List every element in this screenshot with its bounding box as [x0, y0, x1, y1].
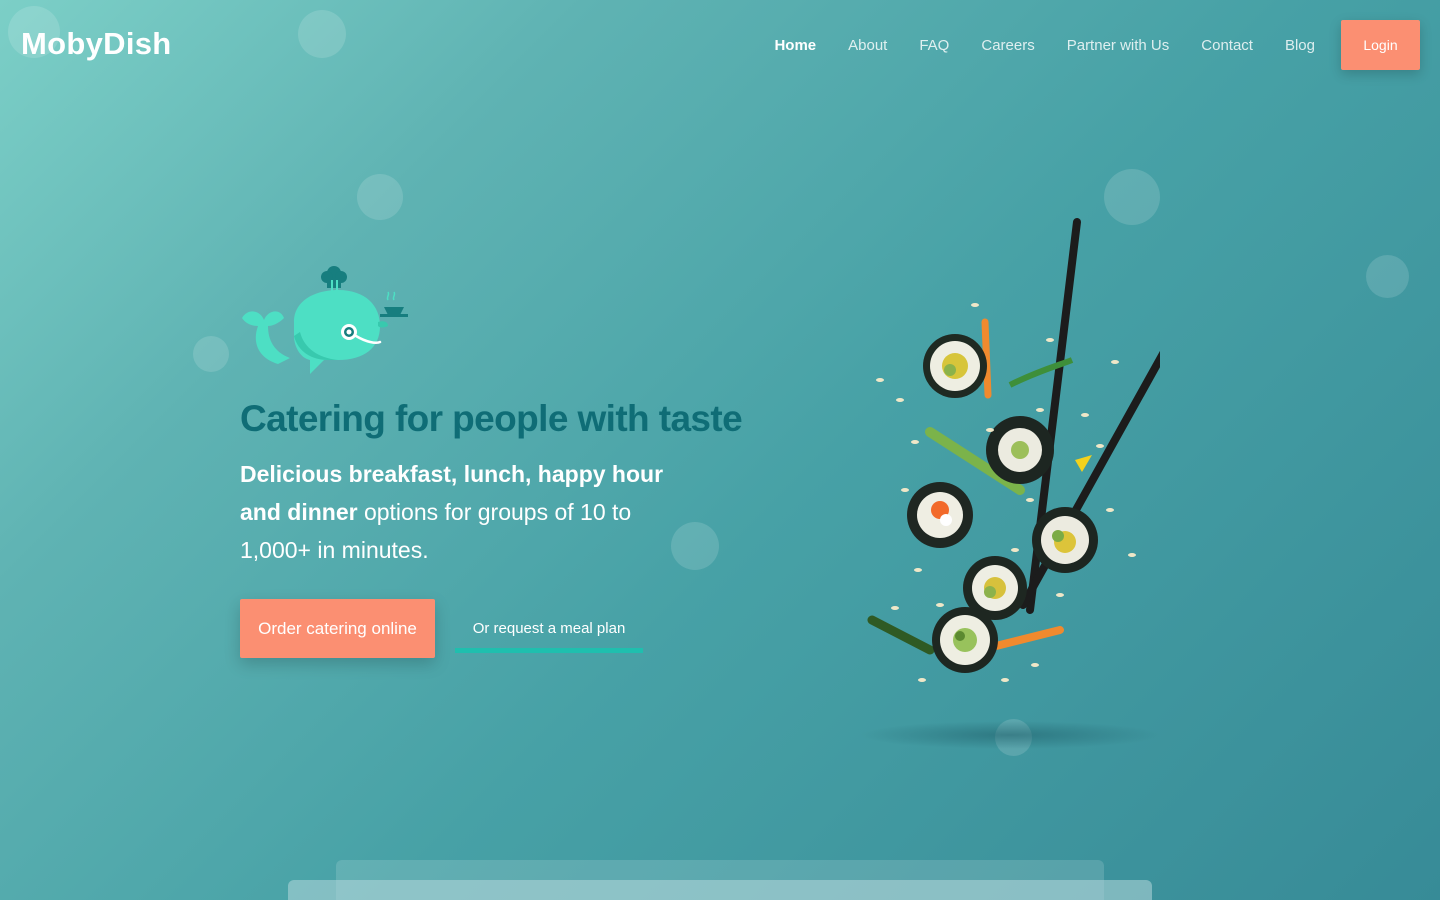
nav-item-home[interactable]: Home [774, 37, 816, 54]
nav-item-partner[interactable]: Partner with Us [1067, 37, 1170, 54]
nav-item-about[interactable]: About [848, 37, 887, 54]
whale-chef-icon [242, 266, 408, 374]
content-card [288, 880, 1152, 900]
login-button[interactable]: Login [1341, 20, 1420, 70]
background-bubble [357, 174, 403, 220]
background-bubble [1366, 255, 1409, 298]
hero-headline: Catering for people with taste [240, 398, 743, 439]
background-bubble [298, 10, 346, 58]
request-meal-plan-link[interactable]: Or request a meal plan [455, 612, 643, 653]
nav-item-faq[interactable]: FAQ [919, 37, 949, 54]
main-nav: Home About FAQ Careers Partner with Us C… [742, 20, 1420, 70]
hero-subtext: Delicious breakfast, lunch, happy hour a… [240, 455, 680, 569]
sushi-chopsticks-icon [860, 218, 1160, 749]
order-catering-button[interactable]: Order catering online [240, 599, 435, 658]
nav-item-careers[interactable]: Careers [981, 37, 1034, 54]
nav-item-blog[interactable]: Blog [1285, 37, 1315, 54]
background-bubble [193, 336, 229, 372]
site-logo[interactable]: MobyDish [21, 26, 172, 62]
nav-item-contact[interactable]: Contact [1201, 37, 1253, 54]
